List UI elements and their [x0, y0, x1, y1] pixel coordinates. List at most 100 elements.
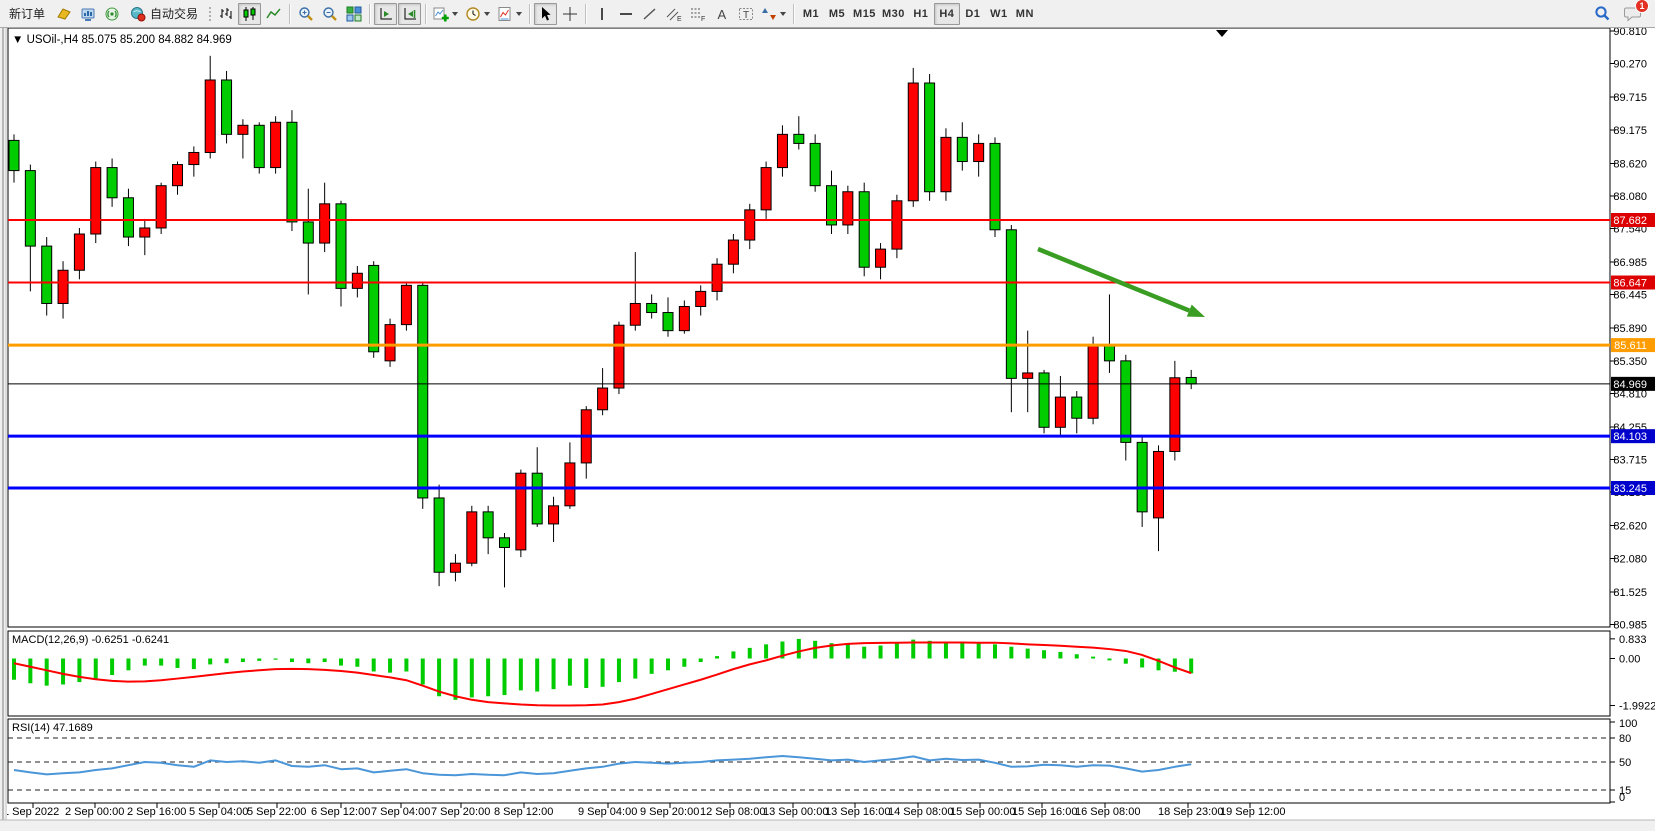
fibonacci-icon: F — [690, 6, 706, 22]
price-badge-86.647: 86.647 — [1611, 276, 1655, 290]
timeframe-M5[interactable]: M5 — [824, 3, 850, 25]
equidistant-channel-icon: E — [666, 6, 682, 22]
zoom-out-icon — [322, 6, 338, 22]
timeframe-H4[interactable]: H4 — [934, 3, 960, 25]
timeframe-W1[interactable]: W1 — [986, 3, 1012, 25]
svg-text:0.00: 0.00 — [1619, 654, 1640, 666]
bar-chart-icon — [218, 6, 234, 22]
toolbar-grip — [207, 5, 211, 23]
svg-text:100: 100 — [1619, 718, 1637, 730]
toolbar-separator — [585, 4, 586, 24]
chevron-down-icon — [452, 12, 458, 16]
svg-text:80: 80 — [1619, 733, 1631, 745]
timeframe-group: M1M5M15M30H1H4D1W1MN — [798, 3, 1038, 25]
svg-text:87.682: 87.682 — [1613, 215, 1647, 227]
timeframe-M30[interactable]: M30 — [879, 3, 908, 25]
chart-shift-button[interactable] — [398, 3, 421, 25]
timeframe-M1[interactable]: M1 — [798, 3, 824, 25]
templates-button[interactable] — [494, 3, 525, 25]
chevron-down-icon — [516, 12, 522, 16]
toolbar-separator — [793, 4, 794, 24]
timeframe-M15[interactable]: M15 — [850, 3, 879, 25]
toolbar-separator — [289, 4, 290, 24]
candlestick-chart-button[interactable] — [238, 3, 261, 25]
add-indicator-button[interactable] — [430, 3, 461, 25]
cursor-button[interactable] — [534, 3, 557, 25]
macd-label: MACD(12,26,9) -0.6251 -0.6241 — [12, 634, 169, 646]
trendline-tool-button[interactable] — [638, 3, 661, 25]
timeframe-MN[interactable]: MN — [1012, 3, 1038, 25]
gold-chart-button[interactable] — [52, 3, 75, 25]
auto-scroll-button[interactable] — [374, 3, 397, 25]
svg-text:88.620: 88.620 — [1613, 158, 1647, 170]
new-order-button[interactable]: 新订单 — [3, 3, 51, 25]
zoom-in-icon — [298, 6, 314, 22]
svg-text:16 Sep 08:00: 16 Sep 08:00 — [1075, 806, 1140, 818]
timeframe-D1[interactable]: D1 — [960, 3, 986, 25]
svg-text:89.175: 89.175 — [1613, 125, 1647, 137]
template-icon — [497, 6, 513, 22]
text-tool-button[interactable]: A — [710, 3, 733, 25]
svg-text:85.890: 85.890 — [1613, 323, 1647, 335]
arrows-tool-button[interactable] — [758, 3, 789, 25]
signal-button[interactable] — [100, 3, 123, 25]
svg-text:82.080: 82.080 — [1613, 553, 1647, 565]
line-chart-icon — [266, 6, 282, 22]
fibonacci-tool-button[interactable]: F — [686, 3, 709, 25]
terminal-button[interactable] — [76, 3, 99, 25]
text-icon: A — [714, 6, 730, 22]
svg-text:E: E — [677, 16, 682, 22]
vertical-line-tool-button[interactable] — [590, 3, 613, 25]
svg-text:15 Sep 00:00: 15 Sep 00:00 — [950, 806, 1015, 818]
svg-text:85.350: 85.350 — [1613, 356, 1647, 368]
zoom-out-button[interactable] — [318, 3, 341, 25]
horizontal-line-tool-button[interactable] — [614, 3, 637, 25]
timeframe-H1[interactable]: H1 — [908, 3, 934, 25]
auto-trading-label: 自动交易 — [150, 5, 198, 22]
svg-text:83.245: 83.245 — [1613, 483, 1647, 495]
search-button[interactable] — [1591, 3, 1614, 25]
svg-text:88.080: 88.080 — [1613, 191, 1647, 203]
gold-chart-icon — [56, 6, 72, 22]
channel-tool-button[interactable]: E — [662, 3, 685, 25]
rsi-label: RSI(14) 47.1689 — [12, 722, 93, 734]
svg-text:-1.9922: -1.9922 — [1619, 701, 1655, 713]
chevron-down-icon — [780, 12, 786, 16]
svg-text:14 Sep 08:00: 14 Sep 08:00 — [888, 806, 953, 818]
zoom-in-button[interactable] — [294, 3, 317, 25]
text-label-icon: T — [738, 6, 754, 22]
periods-button[interactable] — [462, 3, 493, 25]
auto-trading-button[interactable]: 自动交易 — [124, 3, 204, 25]
text-label-tool-button[interactable]: T — [734, 3, 757, 25]
price-badge-87.682: 87.682 — [1611, 213, 1655, 227]
new-order-label: 新订单 — [9, 5, 45, 22]
bar-chart-button[interactable] — [214, 3, 237, 25]
search-icon — [1594, 5, 1611, 22]
clock-icon — [465, 6, 481, 22]
time-axis[interactable]: 1 Sep 20222 Sep 00:002 Sep 16:005 Sep 04… — [3, 803, 1285, 818]
svg-text:A: A — [717, 7, 726, 22]
crosshair-icon — [562, 6, 578, 22]
bottom-edge — [0, 820, 1655, 826]
line-chart-button[interactable] — [262, 3, 285, 25]
auto-trading-icon — [130, 6, 146, 22]
arrows-icon — [761, 6, 777, 22]
svg-text:86.445: 86.445 — [1613, 290, 1647, 302]
tile-windows-button[interactable] — [342, 3, 365, 25]
toolbar-separator — [369, 4, 370, 24]
price-badge-84.103: 84.103 — [1611, 429, 1655, 443]
chart-svg[interactable]: 90.81090.27089.71589.17588.62088.08087.5… — [0, 0, 1655, 826]
notifications-button[interactable]: 1 — [1620, 3, 1644, 25]
svg-text:50: 50 — [1619, 757, 1631, 769]
svg-text:84.969: 84.969 — [1613, 379, 1647, 391]
svg-text:13 Sep 00:00: 13 Sep 00:00 — [763, 806, 828, 818]
svg-text:15 Sep 16:00: 15 Sep 16:00 — [1012, 806, 1077, 818]
svg-text:F: F — [701, 16, 705, 22]
svg-text:T: T — [743, 10, 749, 21]
horizontal-line-icon — [618, 6, 634, 22]
svg-text:80.985: 80.985 — [1613, 619, 1647, 631]
crosshair-button[interactable] — [558, 3, 581, 25]
chart-canvas[interactable]: 90.81090.27089.71589.17588.62088.08087.5… — [0, 0, 1655, 826]
svg-text:82.620: 82.620 — [1613, 521, 1647, 533]
chart-shift-icon — [402, 6, 418, 22]
